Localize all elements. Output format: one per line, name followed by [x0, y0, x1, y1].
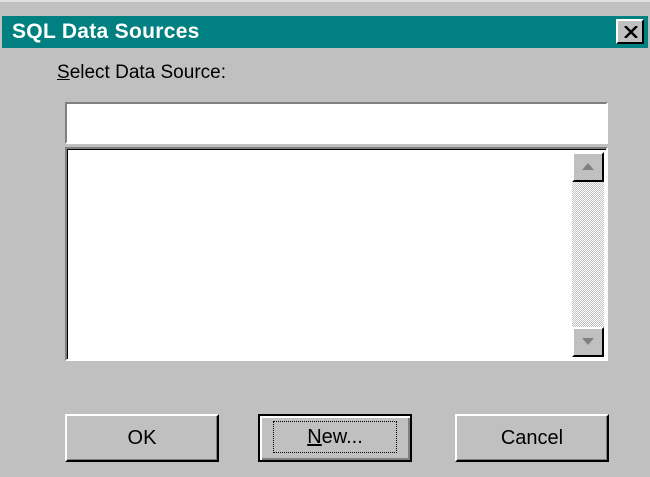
window-title: SQL Data Sources — [12, 20, 200, 43]
new-button[interactable]: New... — [258, 414, 412, 462]
label-text: elect Data Source: — [69, 62, 226, 83]
scroll-up-button[interactable] — [572, 152, 604, 182]
new-button-mnemonic: N — [307, 426, 322, 448]
scroll-up-arrow-icon — [582, 163, 594, 170]
select-data-source-label: Select Data Source: — [57, 62, 226, 84]
data-source-list[interactable] — [65, 147, 608, 361]
new-button-label: ew... — [321, 426, 363, 448]
scroll-down-arrow-icon — [582, 338, 594, 345]
close-icon — [624, 26, 638, 38]
sql-data-sources-dialog: SQL Data Sources Select Data Source: OK … — [0, 0, 650, 477]
close-button[interactable] — [616, 19, 644, 44]
ok-button[interactable]: OK — [65, 414, 219, 462]
title-bar[interactable]: SQL Data Sources — [2, 16, 648, 48]
scroll-down-button[interactable] — [572, 327, 604, 357]
data-source-name-field[interactable] — [65, 102, 608, 144]
vertical-scrollbar[interactable] — [572, 152, 604, 357]
label-mnemonic: S — [57, 62, 70, 83]
cancel-button[interactable]: Cancel — [455, 414, 609, 462]
new-button-focus-rect: New... — [273, 421, 397, 453]
